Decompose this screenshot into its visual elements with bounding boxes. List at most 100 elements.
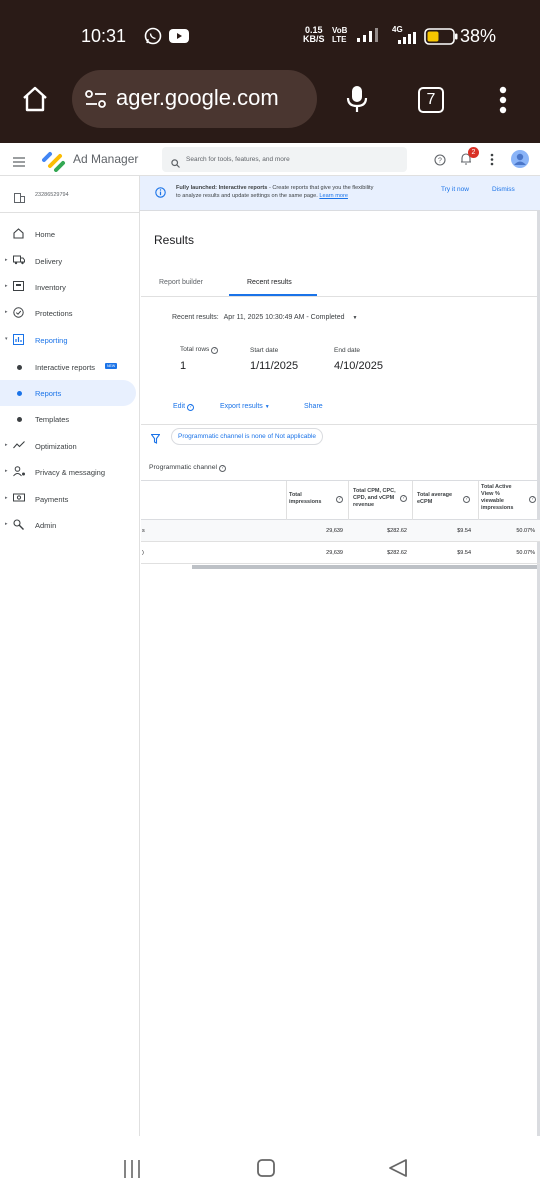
column-header[interactable]: Total impressions ? [286,481,348,521]
viewable-cell: 50.07% [516,528,535,534]
sidebar-item-label: Privacy & messaging [35,468,106,477]
chevron-right-icon: ▸ [5,283,8,289]
table-row[interactable]: ) 29,639 $282.62 $9.54 50.07% [141,542,540,564]
banner-text: Fully launched: Interactive reports - Cr… [176,184,436,200]
recent-apps-icon[interactable] [122,1159,142,1184]
total-rows-label: Total rows ? [180,346,219,354]
bullet-icon [17,365,22,370]
column-header[interactable]: Total CPM, CPC, CPD, and vCPM revenue ? [348,481,412,521]
network-code: 23286529794 [35,192,69,198]
mic-icon[interactable] [345,84,369,119]
home-icon [13,228,24,239]
whatsapp-icon [144,27,162,50]
dismiss-button[interactable]: Dismiss [492,186,515,193]
help-icon: ? [187,404,195,411]
sidebar-item-label: Interactive reports [35,363,96,372]
search-input[interactable]: Search for tools, features, and more [162,147,407,172]
chevron-right-icon: ▸ [5,495,8,501]
site-settings-icon[interactable] [85,90,107,113]
sidebar-item-reporting[interactable]: ▾ Reporting [0,327,136,353]
page-title: Results [154,233,195,247]
recent-results-label: Recent results: [172,314,219,321]
trending-icon [13,440,25,451]
search-icon [171,155,180,173]
help-icon: ? [218,465,226,472]
notification-badge: 2 [468,147,479,158]
dimension-cell: s [142,528,145,534]
info-banner: Fully launched: Interactive reports - Cr… [140,176,540,211]
sidebar-item-templates[interactable]: Templates [0,406,136,432]
battery-percent: 38% [460,26,497,46]
chevron-down-icon: ▼ [264,404,270,410]
sidebar-item-privacy-messaging[interactable]: ▸ Privacy & messaging [0,459,136,485]
sidebar-item-label: Payments [35,495,69,504]
bullet-icon [17,391,22,396]
learn-more-link[interactable]: Learn more [319,193,348,199]
help-icon[interactable]: ? [434,153,446,171]
recent-results-value: Apr 11, 2025 10:30:49 AM - Completed [223,314,345,321]
column-header[interactable]: Total Active View % viewable impressions… [478,481,540,521]
export-results-button[interactable]: Export results ▼ [220,403,270,410]
sidebar-item-admin[interactable]: ▸ Admin [0,512,136,538]
horizontal-scrollbar[interactable] [192,565,537,569]
recent-results-select[interactable]: Recent results: Apr 11, 2025 10:30:49 AM… [172,314,357,321]
start-date-value: 1/11/2025 [250,360,299,372]
hamburger-menu-icon[interactable] [13,154,25,172]
help-icon: ? [529,496,536,503]
network-speed: 0.15 KB/S [303,25,325,44]
app-title: Ad Manager [73,152,139,166]
tab-switcher-button[interactable]: 7 [418,87,444,113]
column-header[interactable]: Total average eCPM ? [412,481,478,521]
chevron-right-icon: ▸ [5,442,8,448]
sidebar-item-delivery[interactable]: ▸ Delivery [0,248,136,274]
network-icon [14,190,25,208]
table-header: Total impressions ? Total CPM, CPC, CPD,… [141,480,540,521]
sidebar-item-home[interactable]: Home [0,221,136,247]
sidebar-item-reports[interactable]: Reports [0,380,136,406]
edit-button[interactable]: Edit ? [173,403,195,411]
chevron-right-icon: ▸ [5,521,8,527]
avatar[interactable] [511,150,529,173]
bullet-icon [17,417,22,422]
sidebar-item-payments[interactable]: ▸ Payments [0,486,136,512]
tab-report-builder[interactable]: Report builder [159,279,203,286]
address-bar[interactable]: ager.google.com [72,70,317,128]
more-vert-icon[interactable] [498,85,508,120]
ecpm-cell: $9.54 [457,528,471,534]
new-badge: NEW [105,363,118,369]
home-icon[interactable] [20,84,50,119]
chevron-right-icon: ▸ [5,468,8,474]
sidebar-item-optimization[interactable]: ▸ Optimization [0,433,136,459]
table-row[interactable]: s 29,639 $282.62 $9.54 50.07% [141,520,540,542]
chevron-down-icon: ▾ [5,336,8,342]
signal-icon-2 [397,32,417,50]
chevron-right-icon: ▸ [5,257,8,263]
sidebar-item-inventory[interactable]: ▸ Inventory [0,274,136,300]
banner-description: - Create reports that give you the flexi… [267,185,374,191]
ad-manager-logo-icon [42,148,66,177]
share-button[interactable]: Share [304,403,323,410]
end-date-label: End date [334,347,361,354]
truck-icon [13,255,25,266]
sidebar-item-interactive-reports[interactable]: Interactive reports NEW [0,354,136,380]
filter-icon[interactable] [150,431,161,449]
column-header-label: Total average eCPM [417,492,453,505]
apps-more-icon[interactable] [490,153,494,171]
banner-description-line2: to analyze results and update settings o… [176,193,320,199]
help-icon: ? [211,347,219,354]
url-text[interactable]: ager.google.com [116,85,279,111]
revenue-cell: $282.62 [387,550,407,556]
bar-chart-icon [13,334,24,345]
dimension-cell: ) [142,550,144,556]
back-icon[interactable] [388,1158,408,1183]
viewable-cell: 50.07% [516,550,535,556]
column-header-label: Total impressions [289,492,322,505]
tab-recent-results[interactable]: Recent results [247,279,292,286]
person-settings-icon [13,466,25,477]
filter-chip[interactable]: Programmatic channel is none of Not appl… [171,428,324,445]
home-button-icon[interactable] [256,1158,276,1183]
sidebar-item-protections[interactable]: ▸ Protections [0,300,136,326]
banner-title: Fully launched: Interactive reports [176,185,268,191]
try-it-now-button[interactable]: Try it now [441,186,469,193]
app-header: Ad Manager Search for tools, features, a… [0,143,540,176]
